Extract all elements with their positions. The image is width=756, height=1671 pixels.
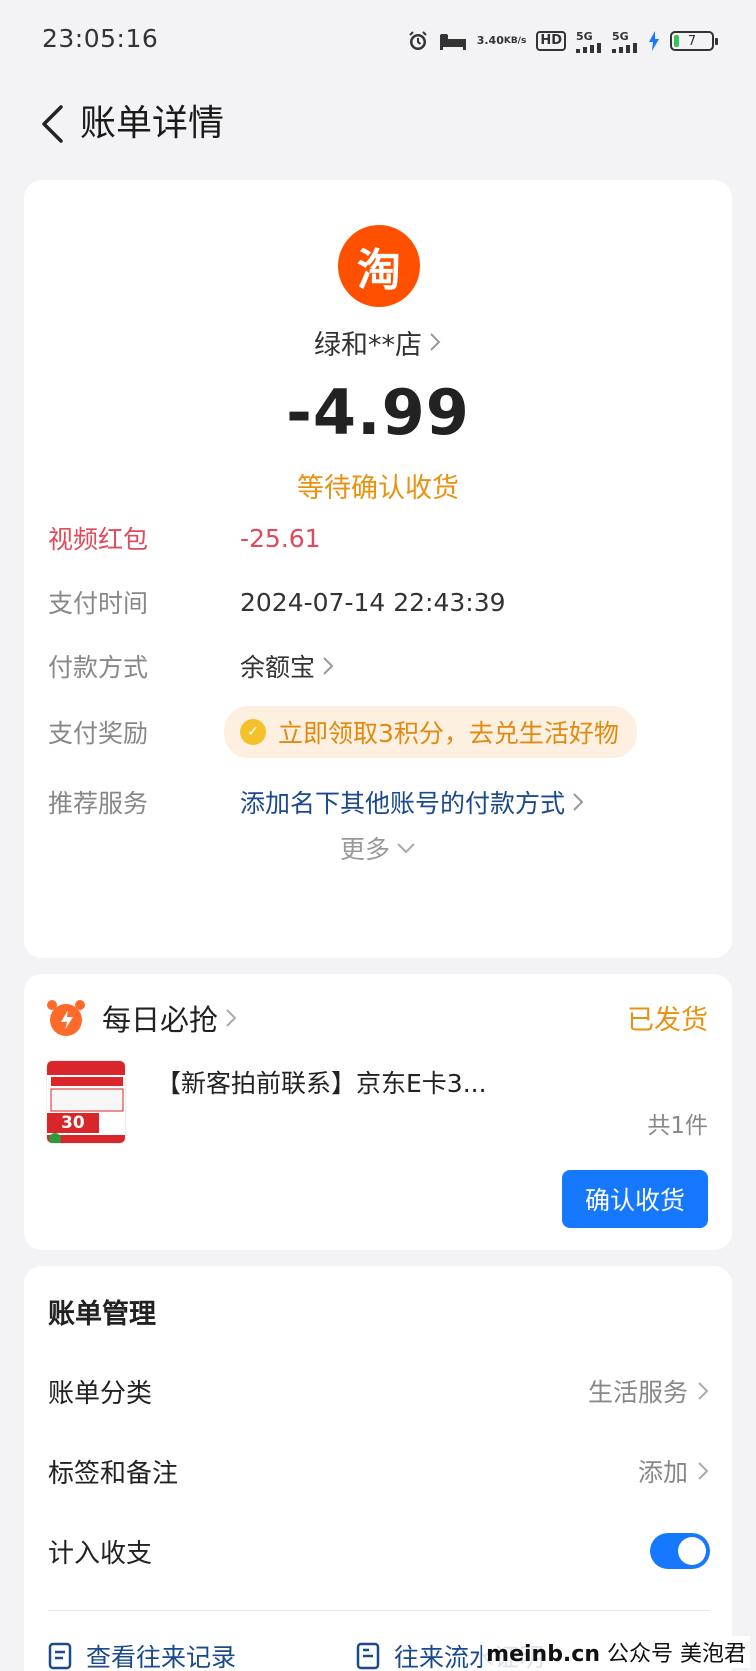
signal-5g-icon-2: 5G: [612, 30, 638, 53]
link-label: 查看往来记录: [86, 1643, 237, 1671]
net-speed-unit: KB/s: [503, 36, 527, 46]
order-status: 等待确认收货: [297, 473, 459, 504]
mgmt-label: 账单分类: [48, 1378, 153, 1409]
detail-row-reward: 支付奖励 ✓ 立即领取3积分，去兑生活好物: [48, 706, 718, 758]
merchant-name: 绿和**店: [314, 329, 422, 361]
product-thumbnail[interactable]: 30: [46, 1060, 126, 1144]
chevron-down-icon: [397, 843, 415, 854]
include-in-budget-row: 计入收支: [48, 1526, 710, 1576]
detail-value: 2024-07-14 22:43:39: [240, 587, 506, 617]
chevron-right-icon: [573, 793, 584, 811]
tags-notes-row[interactable]: 标签和备注 添加: [48, 1446, 710, 1496]
reward-text: 立即领取3积分，去兑生活好物: [278, 719, 619, 748]
chevron-right-icon: [698, 1382, 709, 1400]
bill-amount: -4.99: [286, 376, 470, 449]
bill-summary-card: 淘 绿和**店 -4.99 等待确认收货 视频红包 -25.61 支付时间 20…: [24, 180, 732, 958]
chevron-left-icon: [42, 105, 63, 143]
mgmt-label: 标签和备注: [48, 1458, 179, 1489]
pay-method-link[interactable]: 余额宝: [240, 648, 335, 684]
divider: [48, 1610, 710, 1611]
daily-deal-card: 每日必抢 已发货 30 【新客拍前联系】京东E卡3... 共1件 确认收货: [24, 974, 732, 1250]
page-title: 账单详情: [80, 103, 225, 144]
alarm-icon: [407, 30, 429, 52]
logo-char: 淘: [357, 245, 401, 296]
detail-row-pay-method[interactable]: 付款方式 余额宝: [48, 644, 718, 688]
deal-title-link[interactable]: 每日必抢: [102, 996, 238, 1040]
add-value: 添加: [637, 1458, 688, 1487]
signal-5g-icon: 5G: [576, 30, 602, 53]
thumb-price: 30: [61, 1113, 85, 1133]
view-records-link[interactable]: 查看往来记录: [48, 1636, 236, 1671]
watermark-text: 公众号 美泡君: [607, 1642, 746, 1667]
include-toggle[interactable]: [650, 1533, 710, 1569]
certificate-icon: [356, 1642, 380, 1670]
confirm-receipt-button[interactable]: 确认收货: [562, 1170, 708, 1228]
watermark: meinb.cn 公众号 美泡君: [482, 1636, 750, 1668]
ship-status: 已发货: [627, 1005, 708, 1036]
product-name[interactable]: 【新客拍前联系】京东E卡3...: [156, 1064, 487, 1100]
deal-title: 每日必抢: [102, 1003, 219, 1037]
status-icons: 3.40 KB/s HD 5G 5G 7: [407, 24, 718, 58]
page-header: 账单详情: [0, 82, 756, 182]
signal1-label: 5G: [576, 29, 593, 43]
charging-icon: [648, 31, 660, 51]
taobao-logo: 淘: [338, 225, 420, 307]
net-speed-value: 3.40: [476, 34, 504, 47]
detail-label: 视频红包: [48, 525, 149, 554]
detail-label: 付款方式: [48, 653, 149, 682]
chevron-right-icon: [698, 1462, 709, 1480]
more-button[interactable]: 更多: [24, 826, 732, 870]
recommend-link[interactable]: 添加名下其他账号的付款方式: [240, 784, 585, 820]
detail-label: 支付时间: [48, 589, 149, 618]
detail-value: -25.61: [240, 523, 321, 553]
more-label: 更多: [339, 835, 390, 864]
mgmt-label: 计入收支: [48, 1538, 153, 1569]
product-image: [47, 1061, 125, 1143]
reward-button[interactable]: ✓ 立即领取3积分，去兑生活好物: [224, 706, 637, 758]
detail-row-pay-time: 支付时间 2024-07-14 22:43:39: [48, 580, 718, 624]
hd-icon: HD: [536, 31, 566, 51]
category-row[interactable]: 账单分类 生活服务: [48, 1366, 710, 1416]
merchant-link[interactable]: 绿和**店: [24, 320, 732, 364]
item-count: 共1件: [647, 1113, 708, 1139]
mgmt-value: 添加: [638, 1453, 710, 1489]
recommend-value: 添加名下其他账号的付款方式: [240, 789, 566, 818]
battery-icon: 7: [670, 31, 718, 51]
bill-management-card: 账单管理 账单分类 生活服务 标签和备注 添加 计入收支 查看往来记录 往来流水…: [24, 1266, 732, 1671]
category-value: 生活服务: [587, 1378, 688, 1407]
coin-icon: ✓: [240, 719, 266, 745]
chevron-right-icon: [226, 1009, 237, 1027]
document-icon: [48, 1642, 72, 1670]
status-bar: 23:05:16 3.40 KB/s HD 5G 5G 7: [0, 0, 756, 82]
battery-level: 7: [687, 33, 697, 49]
back-button[interactable]: [22, 94, 82, 154]
pay-method-value: 余额宝: [240, 653, 316, 682]
status-time: 23:05:16: [42, 24, 159, 53]
detail-row-red-packet: 视频红包 -25.61: [48, 516, 718, 560]
signal2-label: 5G: [612, 29, 629, 43]
network-speed: 3.40 KB/s: [477, 35, 527, 47]
watermark-site: meinb.cn: [486, 1642, 600, 1667]
section-title: 账单管理: [48, 1299, 156, 1330]
detail-label: 支付奖励: [48, 719, 149, 748]
chevron-right-icon: [323, 657, 334, 675]
alarm-clock-icon: [47, 1000, 85, 1036]
detail-row-recommend: 推荐服务 添加名下其他账号的付款方式: [48, 780, 718, 824]
chevron-right-icon: [430, 333, 441, 351]
detail-label: 推荐服务: [48, 789, 149, 818]
hd-label: HD: [540, 33, 562, 48]
sleep-mode-icon: [439, 31, 467, 51]
mgmt-value: 生活服务: [588, 1373, 710, 1409]
